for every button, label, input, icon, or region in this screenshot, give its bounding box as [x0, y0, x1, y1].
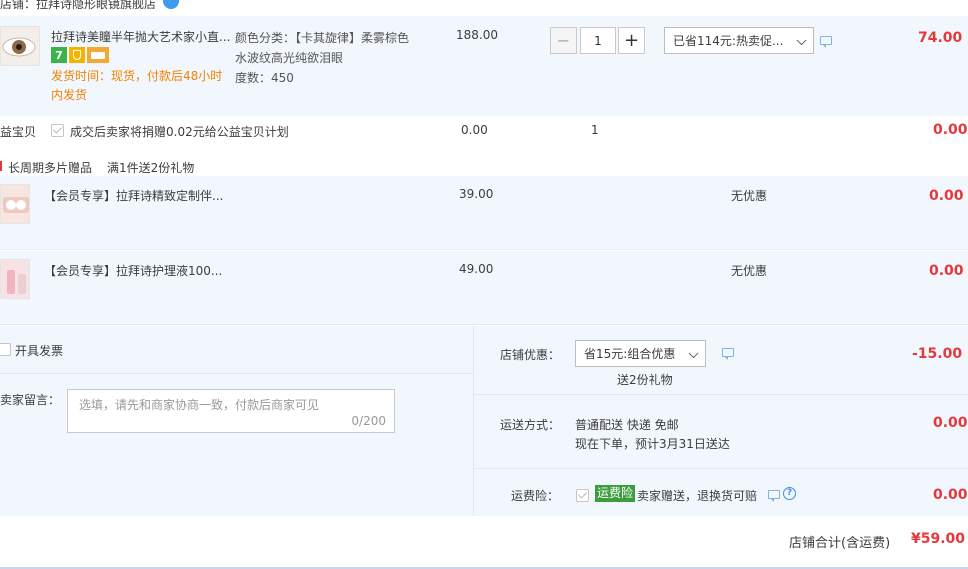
gift-title[interactable]: 【会员专享】拉拜诗精致定制伴... — [44, 187, 223, 204]
delivery-method: 普通配送 快递 免邮 — [575, 418, 679, 432]
gift-row: 【会员专享】拉拜诗护理液100... 49.00 无优惠 0.00 — [0, 251, 968, 325]
delivery-label: 运送方式： — [500, 418, 561, 432]
ship-time-line2: 内发货 — [51, 88, 88, 102]
chat-icon[interactable] — [820, 36, 832, 48]
attr-color: 颜色分类：【卡其旋律】柔雾棕色 — [235, 31, 410, 45]
gift-total: 0.00 — [929, 263, 964, 279]
delivery-eta: 现在下单，预计3月31日送达 — [575, 437, 730, 451]
insurance-label: 运费险： — [511, 489, 560, 503]
charity-checkbox[interactable] — [51, 124, 64, 137]
shop-discount-amount: -15.00 — [912, 346, 963, 362]
service-badges: 7 — [51, 47, 109, 63]
lens-case-icon — [3, 197, 29, 213]
message-counter: 0/200 — [351, 414, 386, 428]
column-divider — [473, 326, 474, 516]
order-options: 开具发票 给卖家留言： 选填，请先和商家协商一致，付款后商家可见 0/200 店… — [0, 326, 968, 516]
gift-title[interactable]: 【会员专享】拉拜诗护理液100... — [44, 262, 222, 279]
attr-power: 度数：450 — [235, 71, 294, 85]
gift-promo: 无优惠 — [731, 189, 768, 203]
charity-label: 公益宝贝 — [0, 125, 37, 139]
solution-bottle-icon — [7, 270, 26, 294]
eye-lens-icon — [2, 37, 36, 57]
item-price: 188.00 — [456, 28, 498, 42]
shop-discount-select-label: 省15元:组合优惠 — [584, 347, 676, 361]
charity-qty: 1 — [591, 123, 599, 137]
gift-price: 39.00 — [459, 187, 494, 201]
promo-select-label: 已省114元:热卖促... — [673, 34, 784, 48]
charity-text: 成交后卖家将捐赠0.02元给公益宝贝计划 — [70, 125, 289, 139]
charity-price: 0.00 — [461, 123, 488, 137]
ship-time-line1: 发货时间：现货，付款后48小时 — [51, 69, 223, 83]
quantity-plus-button[interactable]: + — [618, 27, 645, 54]
guarantee-icon — [69, 47, 85, 63]
promo-select[interactable]: 已省114元:热卖促... — [664, 27, 814, 54]
item-total: 74.00 — [918, 30, 963, 46]
summary-label: 店铺合计(含运费) — [789, 536, 891, 551]
shop-discount-select[interactable]: 省15元:组合优惠 — [575, 340, 706, 367]
message-input[interactable]: 选填，请先和商家协商一致，付款后商家可见 0/200 — [67, 389, 395, 433]
gift-header: 长周期多片赠品 满1件送2份礼物 — [0, 156, 968, 176]
shop-discount-sub: 送2份礼物 — [617, 373, 673, 387]
seven-day-return-icon: 7 — [51, 47, 67, 63]
insurance-tag: 运费险 — [595, 485, 636, 502]
insurance-checkbox[interactable] — [576, 489, 589, 502]
store-header: 店铺：拉拜诗隐形眼镜旗舰店 — [0, 0, 968, 16]
chat-icon[interactable] — [722, 348, 734, 360]
right-divider — [474, 468, 968, 469]
attr-color-cont: 水波纹高光纯欲泪眼 — [235, 51, 344, 65]
left-divider — [0, 373, 473, 374]
chevron-down-icon — [796, 34, 807, 45]
chat-icon[interactable] — [768, 490, 780, 502]
ship-time: 发货时间：现货，付款后48小时 内发货 — [51, 67, 222, 105]
card-payment-icon — [87, 47, 109, 63]
gift-tag: 长周期多片赠品 — [8, 161, 93, 175]
gift-rule: 满1件送2份礼物 — [107, 161, 195, 175]
charity-total: 0.00 — [933, 122, 968, 138]
insurance-text: 卖家赠送，退换货可赔 — [637, 489, 758, 503]
item-attributes: 颜色分类：【卡其旋律】柔雾棕色 水波纹高光纯欲泪眼 度数：450 — [235, 28, 409, 88]
quantity-input[interactable]: 1 — [580, 27, 616, 54]
help-icon[interactable]: ? — [783, 487, 796, 500]
right-divider — [474, 394, 968, 395]
gift-tag-icon — [0, 161, 2, 171]
shop-discount-label: 店铺优惠： — [500, 348, 561, 362]
delivery-amount: 0.00 — [933, 415, 968, 431]
summary-amount: ¥59.00 — [911, 531, 966, 547]
store-name[interactable]: 店铺：拉拜诗隐形眼镜旗舰店 — [0, 0, 156, 12]
message-placeholder: 选填，请先和商家协商一致，付款后商家可见 — [79, 398, 320, 412]
gift-thumbnail[interactable] — [0, 184, 30, 224]
gift-total: 0.00 — [929, 188, 964, 204]
gift-promo: 无优惠 — [731, 264, 768, 278]
store-badge-icon — [163, 0, 179, 9]
item-title[interactable]: 拉拜诗美瞳半年抛大艺术家小直... — [51, 28, 230, 45]
store-summary: 店铺合计(含运费) ¥59.00 — [0, 516, 968, 569]
invoice-label[interactable]: 开具发票 — [15, 342, 63, 359]
item-row: 拉拜诗美瞳半年抛大艺术家小直... 7 发货时间：现货，付款后48小时 内发货 … — [0, 16, 968, 116]
item-thumbnail[interactable] — [0, 26, 40, 66]
chevron-down-icon — [688, 347, 699, 358]
gift-thumbnail[interactable] — [0, 259, 30, 299]
gift-price: 49.00 — [459, 262, 494, 276]
gift-row: 【会员专享】拉拜诗精致定制伴... 39.00 无优惠 0.00 — [0, 176, 968, 250]
quantity-minus-button[interactable]: − — [550, 27, 577, 54]
invoice-checkbox[interactable] — [0, 343, 11, 356]
message-label: 给卖家留言： — [0, 393, 61, 407]
insurance-amount: 0.00 — [933, 487, 968, 503]
charity-row: 公益宝贝 成交后卖家将捐赠0.02元给公益宝贝计划 0.00 1 0.00 — [0, 116, 968, 146]
